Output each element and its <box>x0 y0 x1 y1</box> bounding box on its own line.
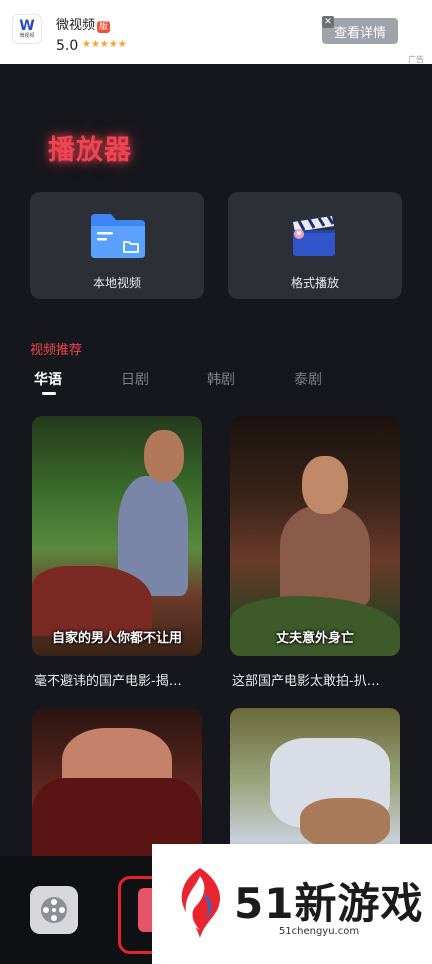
video-thumbnail[interactable]: 自家的男人你都不让用 <box>32 416 202 656</box>
format-play-card[interactable]: 格式播放 <box>228 192 402 299</box>
local-video-label: 本地视频 <box>92 276 141 290</box>
thumbnail-face <box>302 456 348 514</box>
tab-taiju[interactable]: 泰剧 <box>294 369 322 389</box>
thumbnail-blanket <box>230 596 400 656</box>
watermark-url: 51chengyu.com <box>278 926 360 937</box>
format-play-label: 格式播放 <box>290 276 339 290</box>
active-tab-indicator <box>42 392 56 395</box>
film-reel-icon[interactable] <box>30 886 78 934</box>
thumbnail-bed <box>32 566 152 636</box>
video-title[interactable]: 毫不避讳的国产电影-揭… <box>34 670 204 689</box>
tab-huayu[interactable]: 华语 <box>34 369 62 389</box>
video-caption: 丈夫意外身亡 <box>275 631 354 646</box>
thumbnail-hand <box>300 798 390 848</box>
ad-title: 微视频版 <box>56 14 111 33</box>
film-reel-glyph <box>41 897 67 923</box>
ad-title-badge: 版 <box>97 21 111 33</box>
local-video-card[interactable]: 本地视频 <box>30 192 204 299</box>
page-title: 播放器 <box>48 135 132 166</box>
watermark-brand: 51新游戏 <box>234 879 424 928</box>
watermark-logo-icon <box>181 868 220 938</box>
tab-riju[interactable]: 日剧 <box>121 369 149 389</box>
thumbnail-face <box>144 430 184 482</box>
ad-title-text: 微视频 <box>56 18 96 33</box>
thumbnail-figure <box>280 506 370 606</box>
video-title[interactable]: 这部国产电影太敢拍-扒… <box>232 670 402 689</box>
video-caption: 自家的男人你都不让用 <box>51 631 182 646</box>
ad-label: 广告 <box>408 55 424 64</box>
ad-logo-letter: W <box>19 18 35 34</box>
ad-close-icon[interactable]: ✕ <box>322 16 334 28</box>
tab-hanju[interactable]: 韩剧 <box>207 369 235 389</box>
ad-app-logo: W 微视频 <box>12 14 42 44</box>
clapperboard-icon <box>293 215 335 256</box>
section-title: 视频推荐 <box>30 343 83 358</box>
star-rating-icon: ★★★★★ <box>82 39 127 50</box>
folder-icon <box>91 214 145 258</box>
category-tabs: 华语 日剧 韩剧 泰剧 <box>34 369 404 397</box>
video-thumbnail[interactable]: 丈夫意外身亡 <box>230 416 400 656</box>
ad-logo-caption: 微视频 <box>19 33 35 39</box>
ad-rating: 5.0 <box>56 38 79 54</box>
ad-banner[interactable]: W 微视频 微视频版 5.0 ★★★★★ 查看详情 ✕ 广告 <box>0 0 432 64</box>
